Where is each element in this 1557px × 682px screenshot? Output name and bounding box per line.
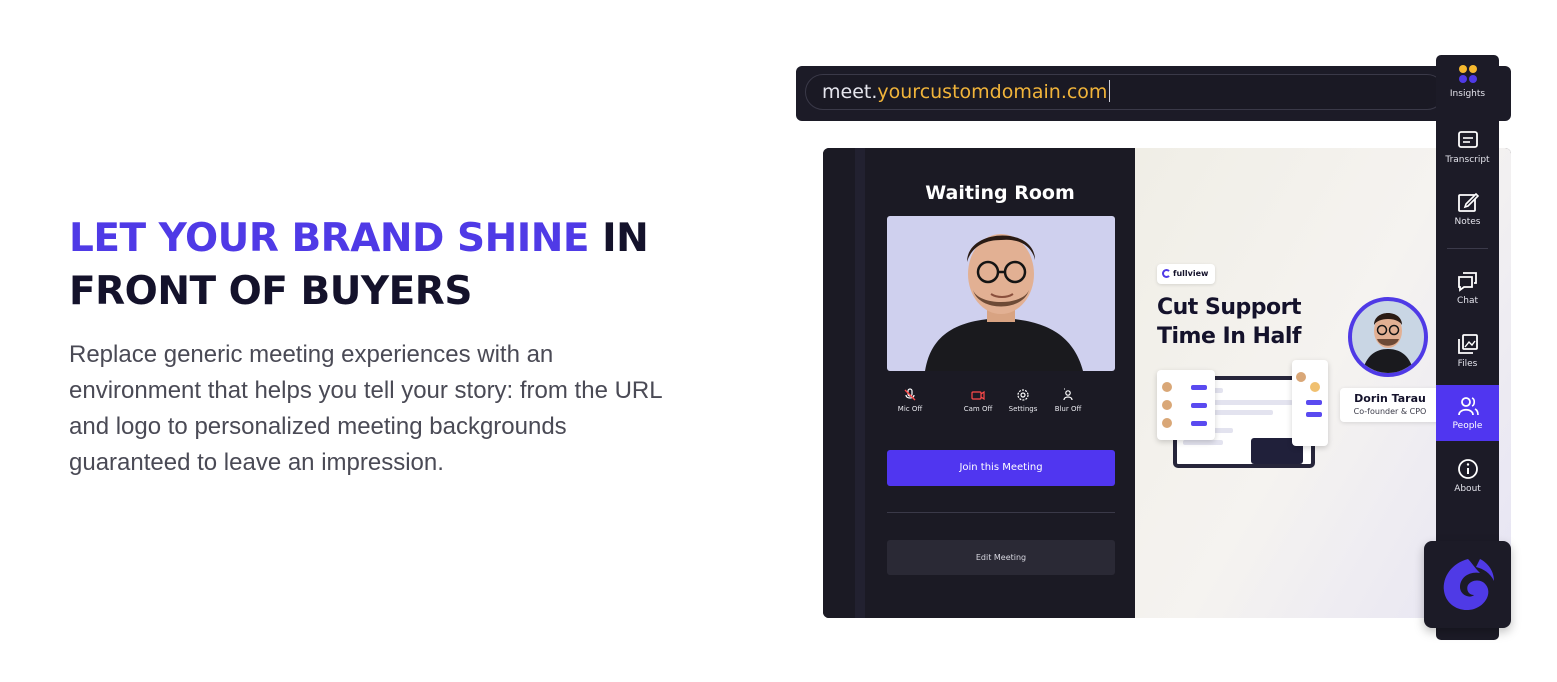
settings-button[interactable]: Settings (1000, 388, 1046, 413)
mic-off-icon (904, 388, 916, 401)
mic-off-label: Mic Off (897, 405, 923, 413)
person-portrait (925, 234, 1083, 371)
speaker-name: Dorin Tarau (1354, 392, 1426, 405)
mic-off-button[interactable]: Mic Off (887, 388, 933, 413)
mock-pill (1191, 421, 1207, 426)
side-item-label: Transcript (1445, 155, 1490, 165)
promo-title-line1: Cut Support (1157, 295, 1301, 320)
mock-avatar (1310, 382, 1320, 392)
edit-meeting-button[interactable]: Edit Meeting (887, 540, 1115, 575)
headline-rest: IN (589, 216, 649, 261)
panel-edge (855, 148, 865, 618)
settings-label: Settings (1008, 405, 1038, 413)
fullview-logo-badge: fullview (1157, 264, 1215, 284)
mock-pill (1306, 400, 1322, 405)
camera-preview (887, 216, 1115, 371)
product-mockup (1157, 360, 1329, 472)
speaker-role: Co-founder & CPO (1353, 407, 1427, 416)
side-item-label: People (1452, 421, 1483, 431)
cam-off-button[interactable]: Cam Off (955, 388, 1001, 413)
media-controls: Mic Off Cam Off Settings Blur Off (887, 388, 1115, 418)
mock-bar (1183, 440, 1223, 445)
mock-avatar (1296, 372, 1306, 382)
gear-icon (1017, 389, 1029, 401)
cam-off-label: Cam Off (963, 405, 993, 413)
side-item-label: Files (1457, 359, 1478, 369)
speaker-portrait (1362, 313, 1414, 373)
notes-icon (1457, 192, 1479, 212)
hero-body: Replace generic meeting experiences with… (69, 341, 662, 476)
browser-url-bar: meet.yourcustomdomain.com (796, 66, 1511, 121)
side-item-notes[interactable]: Notes (1436, 191, 1499, 247)
mock-avatar (1162, 400, 1172, 410)
promo-title: Cut Support Time In Half (1157, 293, 1347, 351)
speaker-avatar (1348, 297, 1428, 377)
brand-logo-icon (1443, 559, 1494, 611)
blur-off-button[interactable]: Blur Off (1045, 388, 1091, 413)
side-item-insights[interactable]: Insights (1436, 63, 1499, 119)
mock-avatar (1162, 382, 1172, 392)
transcript-icon (1457, 131, 1478, 148)
url-domain: yourcustomdomain.com (877, 81, 1108, 103)
url-prefix: meet. (822, 81, 878, 103)
brand-logo-tile (1424, 541, 1511, 628)
text-caret (1109, 80, 1111, 102)
mock-card-list (1157, 370, 1215, 440)
cam-off-icon (971, 390, 985, 401)
speaker-name-card: Dorin Tarau Co-founder & CPO (1340, 388, 1440, 422)
headline-accent: LET YOUR BRAND SHINE (69, 216, 590, 261)
side-item-people[interactable]: People (1436, 385, 1499, 441)
side-item-files[interactable]: Files (1436, 333, 1499, 389)
blur-icon (1063, 388, 1073, 401)
side-item-label: Insights (1449, 89, 1486, 99)
files-icon (1457, 334, 1478, 354)
chat-icon (1457, 272, 1477, 292)
people-icon (1457, 397, 1479, 416)
join-meeting-button[interactable]: Join this Meeting (887, 450, 1115, 486)
mock-pill (1191, 385, 1207, 390)
waiting-room-panel: Waiting Room Mic Off Cam Off Settings Bl… (823, 148, 1135, 618)
hero-headline: LET YOUR BRAND SHINE IN FRONT OF BUYERS (69, 212, 669, 318)
side-divider (1447, 248, 1488, 249)
side-item-label: Chat (1456, 296, 1479, 306)
side-item-transcript[interactable]: Transcript (1436, 129, 1499, 185)
mock-avatar (1162, 418, 1172, 428)
waiting-room-title: Waiting Room (925, 182, 1075, 204)
info-icon (1457, 459, 1478, 479)
meeting-screen: Waiting Room Mic Off Cam Off Settings Bl… (823, 148, 1511, 618)
headline-line2: FRONT OF BUYERS (69, 269, 472, 314)
mock-pill (1306, 412, 1322, 417)
mock-pill (1191, 403, 1207, 408)
divider (887, 512, 1115, 513)
insights-icon (1458, 65, 1477, 83)
blur-off-label: Blur Off (1054, 405, 1082, 413)
side-item-about[interactable]: About (1436, 458, 1499, 514)
mock-card-side (1292, 360, 1328, 446)
side-item-label: Notes (1454, 217, 1481, 227)
fullview-logo-text: fullview (1173, 269, 1209, 278)
fullview-logo-icon (1162, 269, 1171, 278)
url-input[interactable]: meet.yourcustomdomain.com (805, 74, 1445, 110)
side-item-chat[interactable]: Chat (1436, 270, 1499, 326)
side-item-label: About (1454, 484, 1481, 494)
promo-title-line2: Time In Half (1157, 324, 1301, 349)
